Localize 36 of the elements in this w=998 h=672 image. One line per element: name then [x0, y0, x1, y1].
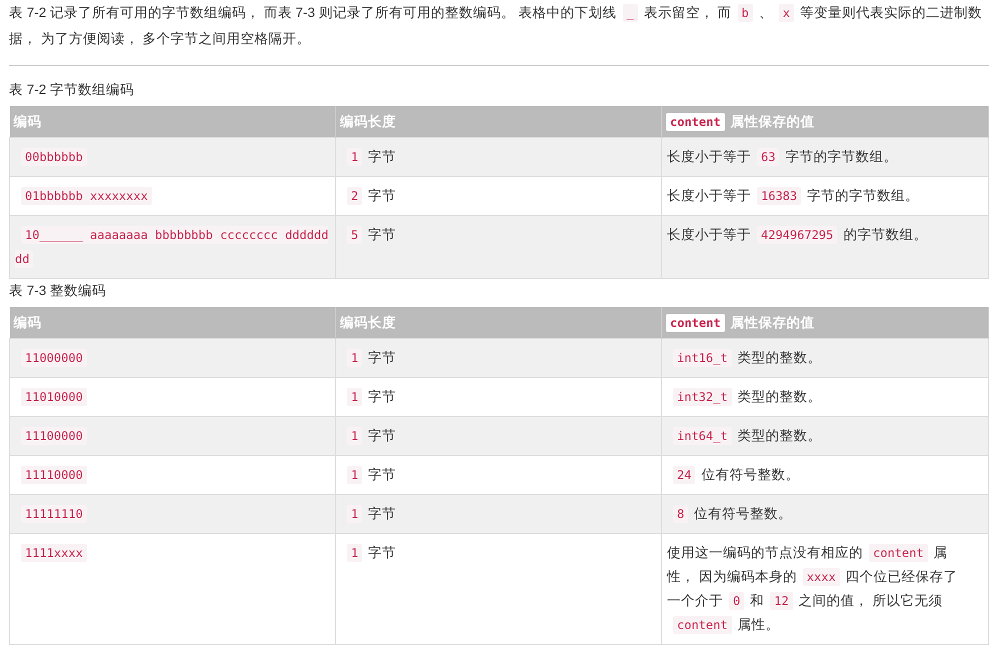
table-cell: 长度小于等于 63 字节的字节数组。 [662, 138, 988, 176]
table-cell: 11000000 [10, 338, 336, 378]
table-caption: 表 7-2 字节数组编码 [9, 81, 136, 99]
column-header: content 属性保存的值 [662, 307, 988, 338]
column-header: 编码长度 [336, 106, 662, 138]
table-cell: 10______ aaaaaaaa bbbbbbbb cccccccc dddddddd [10, 216, 336, 278]
table-cell: 11010000 [10, 378, 336, 416]
table-cell: 24 位有符号整数。 [662, 456, 988, 494]
table-caption: 表 7-3 整数编码 [9, 282, 108, 300]
table-cell: 11111110 [10, 494, 336, 534]
column-header: 编码 [10, 106, 336, 138]
table-cell: 1111xxxx [10, 534, 336, 644]
table-cell: 长度小于等于 4294967295 的字节数组。 [662, 216, 988, 278]
table-cell: 11100000 [10, 416, 336, 456]
table-cell: int64_t 类型的整数。 [662, 416, 988, 456]
table-cell: 00bbbbbb [10, 138, 336, 176]
table-cell: 1 字节 [336, 494, 662, 534]
table-cell: int16_t 类型的整数。 [662, 338, 988, 378]
table-cell: 1 字节 [336, 534, 662, 644]
table-cell: 11110000 [10, 456, 336, 494]
column-header: 编码长度 [336, 307, 662, 338]
table-cell: 1 字节 [336, 456, 662, 494]
intro-paragraph: 表 7-2 记录了所有可用的字节数组编码， 而表 7-3 则记录了所有可用的整数编码。 表格中的下划线 _ 表示留空， 而 b 、 x 等变量则代表实际的二进制数据， 为了方便阅读， 多个字节之间用空格隔开。 [9, 3, 983, 48]
table-cell: 01bbbbbb xxxxxxxx [10, 176, 336, 216]
table-cell: 1 字节 [336, 378, 662, 416]
table-cell: int32_t 类型的整数。 [662, 378, 988, 416]
table-cell: 8 位有符号整数。 [662, 494, 988, 534]
table-cell: 长度小于等于 16383 字节的字节数组。 [662, 176, 988, 216]
table-cell: 2 字节 [336, 176, 662, 216]
table-cell: 1 字节 [336, 338, 662, 378]
table-cell: 5 字节 [336, 216, 662, 278]
table-cell: 1 字节 [336, 138, 662, 176]
column-header: content 属性保存的值 [662, 106, 988, 138]
table-cell: 1 字节 [336, 416, 662, 456]
column-header: 编码 [10, 307, 336, 338]
table-cell: 使用这一编码的节点没有相应的 content 属性， 因为编码本身的 xxxx 四个位已经保存了一个介于 0 和 12 之间的值， 所以它无须 content 属性。 [662, 534, 988, 644]
